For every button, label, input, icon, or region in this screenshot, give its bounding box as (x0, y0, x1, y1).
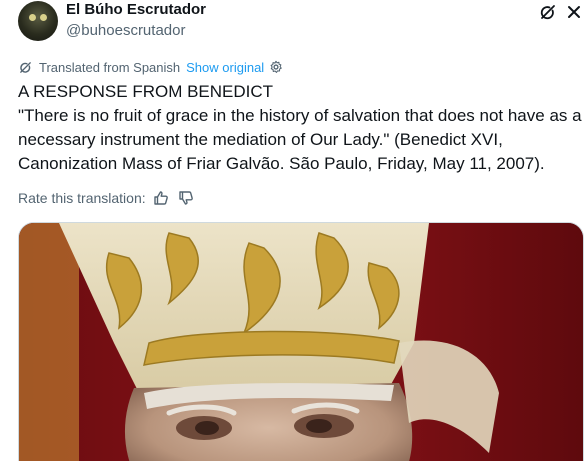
rate-translation-label: Rate this translation: (18, 190, 146, 206)
post-photo[interactable] (18, 222, 584, 461)
grok-icon[interactable] (537, 1, 559, 23)
translate-icon (18, 60, 33, 75)
thumbs-up-icon[interactable] (153, 190, 169, 206)
rate-translation-bar: Rate this translation: (18, 189, 194, 207)
close-icon[interactable] (563, 1, 584, 23)
translated-from-label: Translated from Spanish (39, 59, 181, 75)
gear-icon[interactable] (269, 60, 283, 74)
show-original-link[interactable]: Show original (186, 60, 264, 75)
author-avatar[interactable] (18, 1, 58, 41)
author-handle[interactable]: @buhoescrutador (66, 22, 185, 40)
translation-bar: Translated from Spanish Show original (18, 58, 283, 76)
thumbs-down-icon[interactable] (178, 190, 194, 206)
author-name[interactable]: El Búho Escrutador (66, 1, 206, 19)
post-text: A RESPONSE FROM BENEDICT "There is no fr… (18, 82, 582, 173)
